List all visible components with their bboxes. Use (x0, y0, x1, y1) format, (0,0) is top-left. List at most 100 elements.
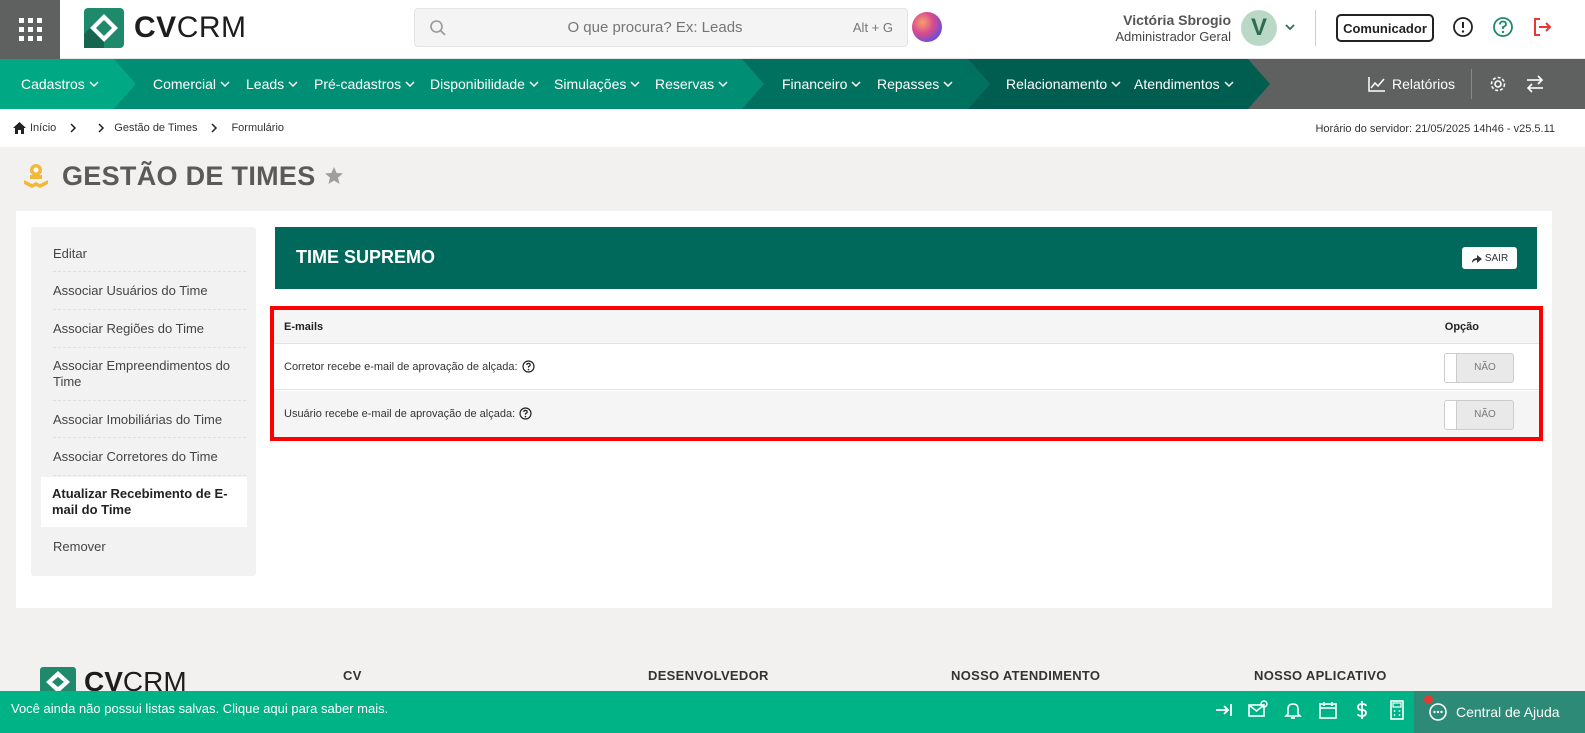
chevron-down-icon (630, 81, 640, 88)
sidebar-item-associar-imobiliarias[interactable]: Associar Imobiliárias do Time (53, 412, 246, 438)
chevron-down-icon (1224, 81, 1234, 88)
team-name: TIME SUPREMO (296, 247, 436, 267)
help-icon[interactable] (1492, 16, 1514, 38)
cvcrm-logo[interactable]: CVCRM (84, 8, 247, 48)
chevron-right-icon (211, 123, 218, 133)
nav-atendimentos[interactable]: Atendimentos (1134, 59, 1234, 109)
apps-menu-button[interactable] (0, 0, 60, 59)
top-header: CVCRM Alt + G Victória Sbrogio Administr… (0, 0, 1585, 59)
swap-arrows-icon[interactable] (1525, 75, 1545, 93)
nav-pre-cadastros[interactable]: Pré-cadastros (314, 59, 415, 109)
central-ajuda-button[interactable]: Central de Ajuda (1414, 691, 1585, 733)
sidebar-item-associar-corretores[interactable]: Associar Corretores do Time (53, 449, 246, 476)
nav-label: Simulações (554, 76, 627, 92)
collapse-right-icon[interactable] (1213, 699, 1235, 721)
sidebar-item-atualizar-recebimento-email[interactable]: Atualizar Recebimento de E-mail do Time (52, 486, 245, 518)
nav-label: Leads (246, 76, 285, 92)
question-circle-icon[interactable] (521, 360, 535, 373)
mail-settings-icon[interactable] (1247, 699, 1269, 721)
toggle-usuario-email[interactable]: NÃO (1444, 400, 1514, 430)
breadcrumb-gestao-times[interactable]: Gestão de Times (114, 122, 197, 134)
chevron-down-icon (220, 81, 230, 88)
chat-bubble-icon (1429, 703, 1447, 721)
logo-text-bold: CV (134, 11, 177, 44)
footer-heading-desenvolvedor: DESENVOLVEDOR (648, 668, 769, 683)
table-row: Corretor recebe e-mail de aprovação de a… (274, 344, 1539, 390)
toggle-knob (1445, 354, 1457, 382)
nav-divider (1471, 69, 1472, 99)
chevron-down-icon (529, 81, 539, 88)
column-header-opcao: Opção (1444, 321, 1479, 333)
sidebar-item-label: Associar Imobiliárias do Time (53, 412, 223, 427)
sidebar-item-associar-usuarios[interactable]: Associar Usuários do Time (53, 283, 246, 310)
user-info[interactable]: Victória Sbrogio Administrador Geral (1115, 12, 1231, 44)
apps-grid-icon (18, 18, 42, 41)
nav-simulacoes[interactable]: Simulações (554, 59, 640, 109)
chevron-down-icon[interactable] (1283, 20, 1297, 34)
global-search[interactable]: Alt + G (414, 8, 908, 47)
sidebar-item-label: Associar Usuários do Time (53, 283, 208, 298)
comunicador-button[interactable]: Comunicador (1336, 14, 1434, 42)
nav-label: Atendimentos (1134, 76, 1220, 92)
sidebar-item-associar-empreendimentos[interactable]: Associar Empreendimentos do Time (53, 358, 246, 401)
table-row: Usuário recebe e-mail de aprovação de al… (274, 391, 1539, 437)
nav-label: Cadastros (21, 76, 85, 92)
sidebar-item-label: Associar Empreendimentos do Time (53, 358, 231, 389)
table-header: E-mails Opção (274, 310, 1539, 344)
nav-repasses[interactable]: Repasses (877, 59, 953, 109)
toggle-knob (1445, 401, 1457, 429)
nav-leads[interactable]: Leads (246, 59, 298, 109)
footer-heading-cv: CV (343, 668, 362, 683)
nav-comercial[interactable]: Comercial (153, 59, 230, 109)
row-label-wrap: Usuário recebe e-mail de aprovação de al… (284, 407, 532, 420)
home-icon (13, 122, 26, 134)
dollar-icon[interactable] (1351, 699, 1373, 721)
sidebar-item-label: Atualizar Recebimento de E-mail do Time (52, 486, 228, 517)
chevron-down-icon (718, 81, 728, 88)
sidebar: Editar Associar Usuários do Time Associa… (31, 227, 256, 576)
nav-relatorios-label: Relatórios (1392, 76, 1456, 92)
nav-relatorios[interactable]: Relatórios (1368, 59, 1455, 109)
sidebar-item-editar[interactable]: Editar (53, 246, 246, 272)
bottom-bar: Você ainda não possui listas salvas. Cli… (0, 691, 1585, 733)
breadcrumb-home[interactable]: Início (30, 122, 56, 134)
calculator-icon[interactable] (1386, 699, 1408, 721)
logout-icon[interactable] (1531, 16, 1553, 38)
bell-icon[interactable] (1282, 699, 1304, 721)
nav-reservas[interactable]: Reservas (655, 59, 728, 109)
sidebar-item-label: Associar Regiões do Time (53, 321, 205, 336)
search-input[interactable] (465, 9, 845, 46)
nav-disponibilidade[interactable]: Disponibilidade (430, 59, 539, 109)
nav-label: Financeiro (782, 76, 848, 92)
saved-lists-message[interactable]: Você ainda não possui listas salvas. Cli… (11, 701, 388, 716)
toggle-corretor-email[interactable]: NÃO (1444, 353, 1514, 383)
chevron-down-icon (89, 81, 99, 88)
central-ajuda-label: Central de Ajuda (1456, 704, 1560, 720)
avatar[interactable]: V (1241, 10, 1277, 46)
chevron-down-icon (943, 81, 953, 88)
info-icon[interactable] (1452, 16, 1474, 38)
nav-financeiro[interactable]: Financeiro (782, 59, 861, 109)
main-nav: Cadastros Comercial Leads Pré-cadastros … (0, 59, 1585, 109)
question-circle-icon[interactable] (519, 407, 532, 420)
gear-icon[interactable] (1489, 75, 1507, 93)
emails-table: E-mails Opção Corretor recebe e-mail de … (274, 310, 1539, 437)
sidebar-item-associar-regioes[interactable]: Associar Regiões do Time (53, 321, 246, 348)
favorite-star-icon[interactable] (324, 166, 344, 186)
ai-assistant-orb-icon[interactable] (912, 12, 942, 42)
team-banner: TIME SUPREMO SAIR (275, 227, 1537, 289)
nav-relacionamento[interactable]: Relacionamento (1006, 59, 1121, 109)
sidebar-item-remover[interactable]: Remover (53, 539, 246, 555)
search-icon (430, 20, 446, 36)
sair-label: SAIR (1484, 252, 1509, 264)
nav-cadastros[interactable]: Cadastros (21, 59, 99, 109)
toggle-label: NÃO (1474, 409, 1496, 420)
calendar-icon[interactable] (1317, 699, 1339, 721)
sidebar-item-label: Associar Corretores do Time (53, 449, 218, 464)
team-management-icon (24, 164, 48, 188)
chevron-right-icon (70, 123, 77, 133)
sair-button[interactable]: SAIR (1462, 247, 1517, 269)
nav-label: Pré-cadastros (314, 76, 402, 92)
logo-text-rest: CRM (176, 11, 247, 44)
breadcrumb-formulario: Formulário (231, 122, 285, 134)
